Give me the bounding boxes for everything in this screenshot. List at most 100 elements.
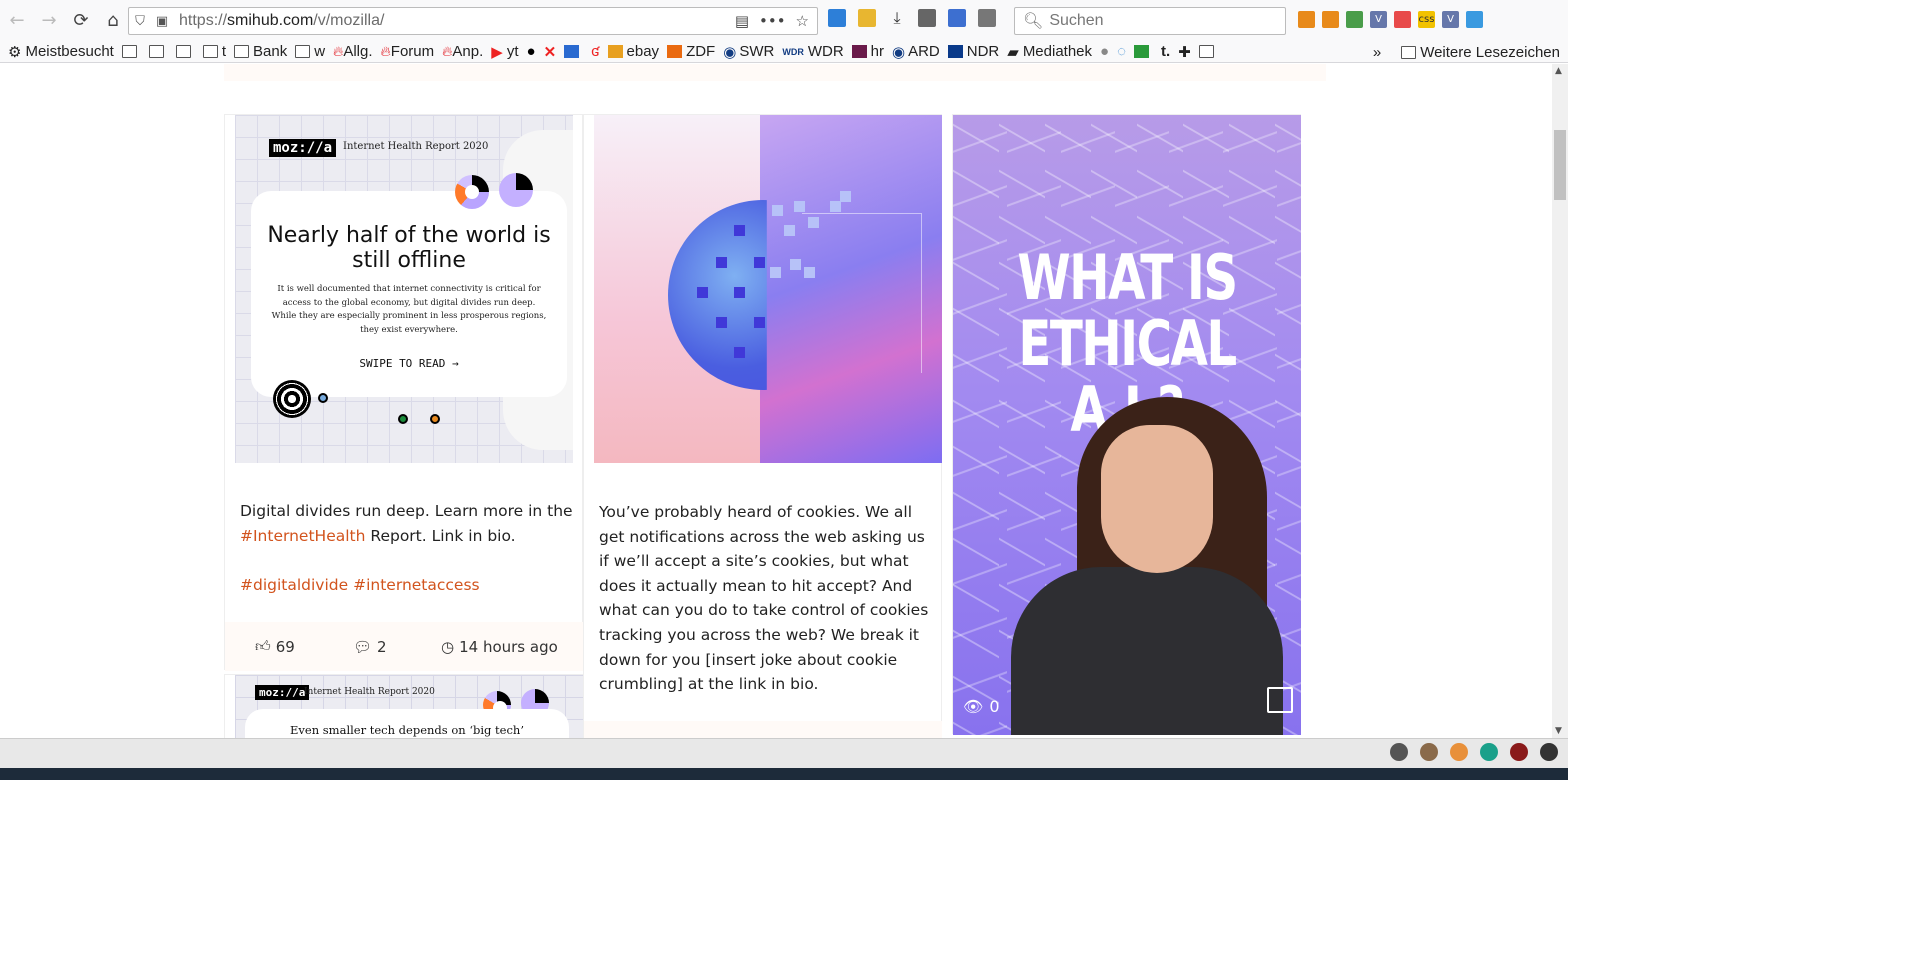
pie-chart-icon [499, 173, 533, 207]
tray-icon[interactable] [1540, 743, 1558, 761]
clapperboard-icon[interactable] [918, 9, 936, 27]
home-icon[interactable]: ⌂ [98, 6, 128, 36]
fire-icon: 🔥︎ [380, 43, 391, 59]
status-row [0, 738, 1568, 768]
bookmark-x[interactable]: ✕ [544, 43, 557, 61]
sync-icon[interactable] [1466, 11, 1483, 28]
checklist-icon[interactable] [1346, 11, 1363, 28]
folder-icon [1401, 45, 1417, 59]
post-image-infographic[interactable]: moz://a Internet Health Report 2020 Near… [235, 115, 573, 463]
forward-arrow-icon[interactable]: → [34, 6, 64, 36]
url-text[interactable]: https://smihub.com/v/mozilla/ [179, 12, 735, 30]
bookmark-forum[interactable]: 🔥︎ Forum [381, 43, 435, 60]
page-actions-icon[interactable]: ••• [759, 12, 786, 30]
infographic-panel: Nearly half of the world is still offlin… [251, 191, 567, 397]
hashtag-link[interactable]: #internetaccess [353, 576, 480, 594]
tray-icon[interactable] [1510, 743, 1528, 761]
scrollbar-thumb[interactable] [1554, 130, 1566, 200]
folder-open-icon[interactable] [858, 9, 876, 27]
infographic-panel: Even smaller tech depends on ‘big tech’ [245, 709, 569, 738]
tray-icon[interactable] [1390, 743, 1408, 761]
reload-icon[interactable]: ⟳ [66, 6, 96, 36]
url-bar[interactable]: ⛉ ▣ https://smihub.com/v/mozilla/ ▤ ••• … [128, 7, 818, 35]
browser-navbar: ← → ⟳ ⌂ ⛉ ▣ https://smihub.com/v/mozilla… [0, 0, 1568, 41]
bookmark-wdr[interactable]: WDR WDR [782, 43, 843, 60]
bookmark-cb[interactable] [564, 45, 583, 58]
bookmark-folder-w[interactable]: w [295, 43, 325, 60]
reader-view-icon[interactable]: ▤ [735, 12, 749, 30]
vertical-scrollbar[interactable]: ▲ ▼ [1552, 64, 1568, 738]
hashtag-link[interactable]: #InternetHealth [240, 527, 365, 545]
bookmark-folder[interactable] [175, 45, 195, 58]
bookmark-ebay[interactable]: ebay [607, 43, 659, 60]
bookmark-mediathek[interactable]: ▰ Mediathek [1007, 43, 1092, 61]
bookmark-ndr[interactable]: NDR [947, 43, 999, 60]
puzzle-icon: ✚ [1178, 43, 1191, 61]
bookmark-zdf[interactable]: ZDF [667, 43, 715, 60]
bookmark-ard[interactable]: ◉ ARD [892, 43, 940, 61]
green-icon [1134, 45, 1150, 58]
bookmark-folder[interactable] [148, 45, 168, 58]
bookmark-red[interactable]: ʛ [591, 43, 599, 60]
bookmark-hr[interactable]: hr [851, 43, 884, 60]
video-icon[interactable] [1267, 687, 1293, 713]
bookmark-folder[interactable] [121, 45, 141, 58]
dot-icon [398, 414, 408, 424]
site-info-icon[interactable]: ▣ [151, 14, 173, 29]
post-card-video[interactable]: WHAT IS ETHICAL A.I.? 👁︎0 [952, 114, 1301, 735]
v-icon-2[interactable]: V [1442, 11, 1459, 28]
search-input[interactable]: 🔍︎ Suchen [1014, 7, 1286, 35]
v-icon[interactable]: V [1370, 11, 1387, 28]
search-ext-2-icon[interactable] [1322, 11, 1339, 28]
bookmark-allg[interactable]: 🔥︎ Allg. [333, 43, 372, 60]
bookmark-star-icon[interactable]: ☆ [796, 12, 809, 30]
bookmark-anp[interactable]: 🔥︎ Anp. [442, 43, 483, 60]
shield-icon[interactable]: ⛉ [129, 14, 151, 29]
ard-icon: ◉ [892, 43, 906, 61]
tray-icon[interactable] [1480, 743, 1498, 761]
folder-icon [121, 45, 137, 58]
sidebar-icon[interactable] [948, 9, 966, 27]
top-strip [224, 64, 1326, 81]
report-label: Internet Health Report 2020 [304, 687, 435, 697]
post-card[interactable]: moz://a Internet Health Report 2020 Near… [224, 114, 583, 671]
folder-icon [175, 45, 191, 58]
scroll-up-icon[interactable]: ▲ [1555, 66, 1562, 76]
post-card[interactable]: moz://a Internet Health Report 2020 Even… [224, 674, 583, 738]
bookmark-misc[interactable]: ● [1100, 43, 1109, 60]
post-image-infographic[interactable]: moz://a Internet Health Report 2020 Even… [235, 675, 583, 738]
css-icon[interactable]: css [1418, 11, 1435, 28]
post-image-cookies[interactable] [594, 115, 942, 463]
tray-icon[interactable] [1420, 743, 1438, 761]
globe-icon: ● [1100, 43, 1110, 60]
post-card[interactable]: You’ve probably heard of cookies. We all… [583, 114, 942, 738]
bookmark-swr[interactable]: ◉ SWR [723, 43, 774, 61]
more-bookmarks[interactable]: » Weitere Lesezeichen [1372, 41, 1560, 62]
tray-icon[interactable] [1450, 743, 1468, 761]
bookmark-folder-t[interactable]: t [202, 43, 226, 60]
bookmark-image[interactable] [1198, 45, 1218, 58]
chevron-right-icon[interactable]: » [1373, 44, 1381, 61]
bookmark-puzzle[interactable]: ✚ [1178, 43, 1191, 61]
download-icon[interactable]: ⤓ [888, 9, 906, 27]
bookmark-folder-bank[interactable]: Bank [234, 43, 287, 60]
bookmark-misc-2[interactable]: ◌ [1117, 43, 1126, 60]
folder-blue-icon[interactable] [828, 9, 846, 27]
eraser-icon[interactable] [1394, 11, 1411, 28]
wdr-icon: WDR [782, 46, 804, 57]
taskbar [0, 768, 1568, 780]
mozilla-logo: moz://a [255, 685, 310, 700]
screenshot-icon[interactable] [978, 9, 996, 27]
scroll-down-icon[interactable]: ▼ [1555, 726, 1562, 736]
bookmark-t[interactable]: t. [1161, 43, 1170, 60]
mozilla-logo: moz://a [269, 139, 337, 157]
bookmark-github[interactable]: ● [527, 43, 536, 60]
post-video-thumbnail[interactable]: WHAT IS ETHICAL A.I.? 👁︎0 [953, 115, 1301, 735]
post-caption: Digital divides run deep. Learn more in … [240, 502, 573, 594]
search-ext-icon[interactable] [1298, 11, 1315, 28]
bookmark-misc-3[interactable] [1134, 45, 1153, 58]
bookmark-most-visited[interactable]: ⚙ Meistbesucht [8, 43, 114, 61]
back-arrow-icon[interactable]: ← [2, 6, 32, 36]
bookmark-yt[interactable]: ▶ yt [491, 43, 518, 61]
hashtag-link[interactable]: #digitaldivide [240, 576, 348, 594]
